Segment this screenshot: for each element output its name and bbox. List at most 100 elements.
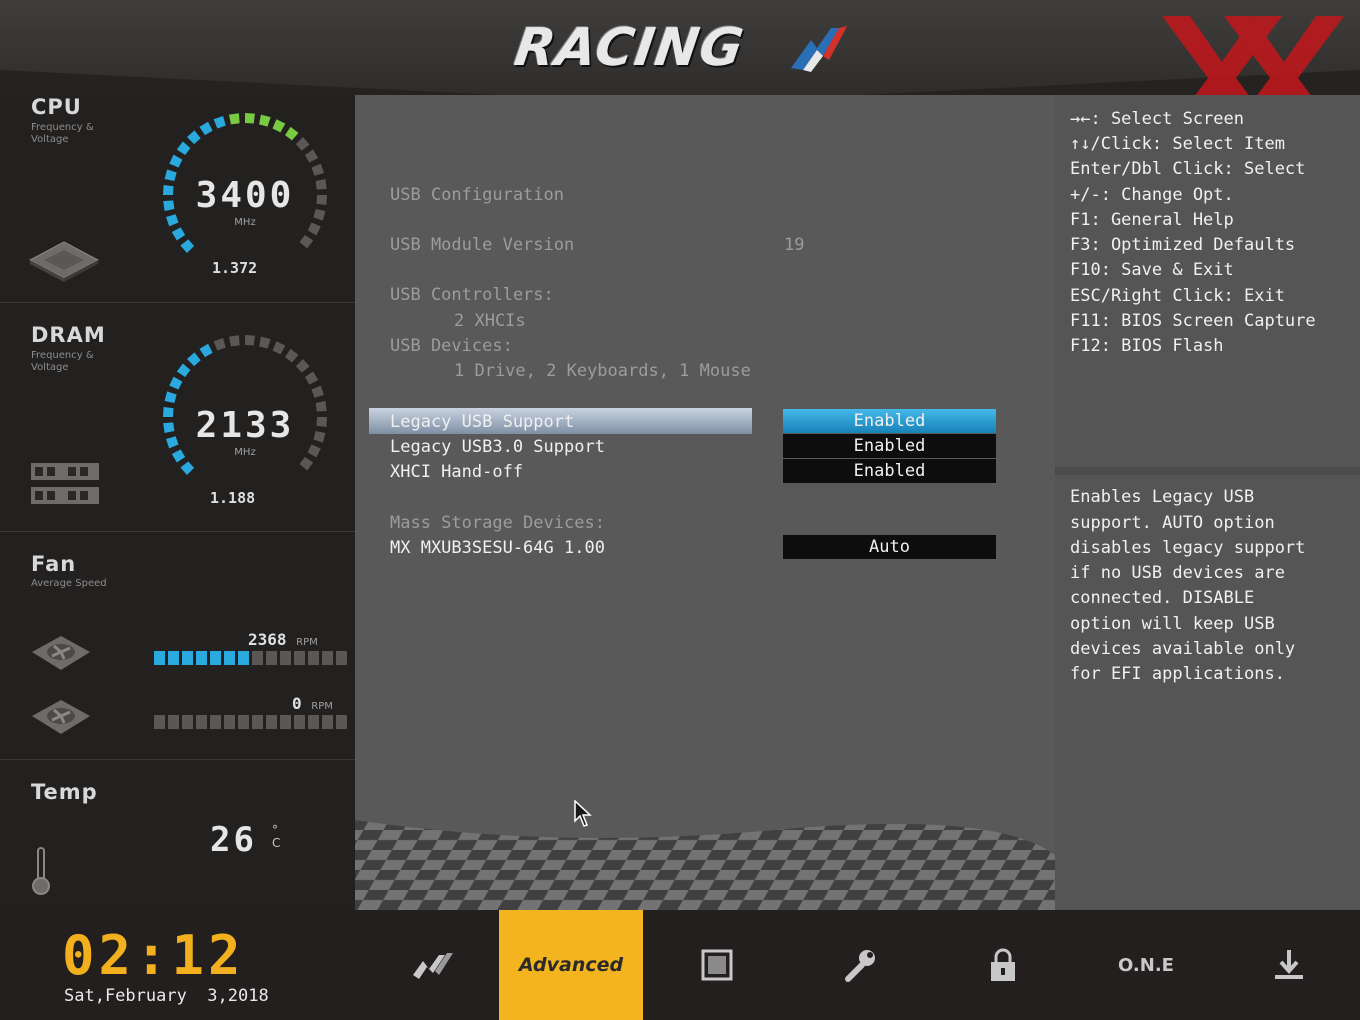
legacy-usb-support-option[interactable]: Enabled — [783, 409, 996, 433]
fan-bar-segment — [168, 651, 179, 665]
gauge-segment — [299, 235, 314, 249]
usb-module-version-label: USB Module Version — [390, 235, 575, 255]
gauge-segment — [304, 149, 319, 163]
usb-controllers-label: USB Controllers: — [390, 285, 554, 305]
fan-bar-segment — [336, 715, 347, 729]
mouse-cursor-icon — [574, 800, 592, 827]
dram-frequency: 2133 — [195, 405, 295, 446]
setting-legacy-usb3-support[interactable]: Legacy USB3.0 Support — [390, 437, 605, 457]
cpu-frequency: 3400 — [195, 175, 295, 216]
help-key-line: F3: Optimized Defaults — [1070, 235, 1296, 255]
dram-voltage: 1.188 — [210, 489, 256, 507]
help-key-line: F11: BIOS Screen Capture — [1070, 311, 1316, 331]
fan-bar-segment — [196, 651, 207, 665]
description-line: connected. DISABLE — [1070, 588, 1255, 608]
gauge-segment — [304, 371, 319, 385]
fan1-speed-bar — [154, 651, 347, 665]
fan-bar-segment — [168, 715, 179, 729]
setting-legacy-usb-support[interactable]: Legacy USB Support — [390, 412, 574, 432]
lock-icon — [991, 948, 1015, 981]
fan-bar-segment — [182, 715, 193, 729]
description-line: disables legacy support — [1070, 538, 1306, 558]
gauge-segment — [245, 113, 255, 124]
gauge-segment — [163, 422, 175, 433]
fan-bar-segment — [308, 715, 319, 729]
gauge-segment — [259, 114, 271, 127]
gauge-segment — [180, 461, 195, 475]
racing-logo: RACING — [511, 18, 855, 86]
nav-hw-monitor[interactable] — [808, 910, 912, 1020]
cpu-title: CPU — [31, 95, 82, 119]
help-key-line: Enter/Dbl Click: Select — [1070, 159, 1306, 179]
nav-one[interactable]: O.N.E — [1094, 910, 1198, 1020]
fan-section: Fan Average Speed 2368 RPM 0 RPM — [0, 532, 355, 760]
dram-subtitle: Frequency & Voltage — [31, 350, 94, 373]
fan1-rpm: 2368 RPM — [248, 630, 318, 649]
tool-icon — [701, 949, 733, 981]
xhci-hand-off-option[interactable]: Enabled — [783, 459, 996, 483]
gauge-segment — [285, 126, 299, 141]
date: Sat,February 3,2018 — [64, 986, 269, 1006]
gauge-segment — [163, 200, 175, 211]
mass-storage-device[interactable]: MX MXUB3SESU-64G 1.00 — [390, 538, 605, 558]
fan-bar-segment — [252, 715, 263, 729]
gauge-segment — [313, 431, 326, 443]
gauge-segment — [171, 227, 186, 241]
mass-storage-emulation-option[interactable]: Auto — [783, 535, 996, 559]
gauge-segment — [176, 141, 191, 155]
fan-bar-segment — [266, 651, 277, 665]
gauge-segment — [316, 417, 327, 427]
gauge-segment — [315, 179, 327, 190]
fan-subtitle: Average Speed — [31, 578, 107, 589]
gauge-segment — [272, 341, 286, 355]
gauge-segment — [295, 359, 310, 373]
oc-tweaker-icon — [413, 953, 453, 979]
gauge-segment — [316, 195, 327, 205]
gauge-segment — [285, 348, 299, 363]
nav-exit[interactable] — [1237, 910, 1341, 1020]
logo-text: RACING — [510, 18, 748, 78]
nav-tool[interactable] — [665, 910, 769, 1020]
fan2-rpm: 0 RPM — [292, 694, 333, 713]
gauge-segment — [295, 137, 310, 151]
fan-bar-segment — [252, 651, 263, 665]
help-panel: →←: Select Screen ↑↓/Click: Select Item … — [1055, 95, 1360, 910]
description-line: for EFI applications. — [1070, 664, 1285, 684]
setting-xhci-hand-off[interactable]: XHCI Hand-off — [390, 462, 523, 482]
description-line: support. AUTO option — [1070, 513, 1275, 533]
usb-configuration-heading: USB Configuration — [390, 185, 564, 205]
fan-bar-segment — [266, 715, 277, 729]
dram-module-icon — [31, 463, 99, 504]
gauge-segment — [169, 376, 183, 390]
fan-icon — [32, 636, 90, 670]
gauge-segment — [213, 337, 226, 351]
fan-bar-segment — [238, 651, 249, 665]
fan-bar-segment — [210, 715, 221, 729]
description-line: Enables Legacy USB — [1070, 487, 1255, 507]
cpu-section: CPU Frequency & Voltage 3400 MHz 1.372 — [0, 95, 355, 303]
nav-oc-tweaker[interactable] — [380, 910, 484, 1020]
legacy-usb3-support-option[interactable]: Enabled — [783, 434, 996, 458]
help-key-line: F1: General Help — [1070, 210, 1234, 230]
help-key-line: ESC/Right Click: Exit — [1070, 286, 1285, 306]
mass-storage-heading: Mass Storage Devices: — [390, 513, 605, 533]
fan-bar-segment — [210, 651, 221, 665]
nav-advanced[interactable]: Advanced — [499, 910, 643, 1020]
wrench-icon — [845, 950, 875, 982]
fan-bar-segment — [322, 715, 333, 729]
temp-value: 26 — [210, 820, 257, 860]
nav-security[interactable] — [951, 910, 1055, 1020]
gauge-segment — [187, 352, 201, 367]
checkered-flag-decoration — [355, 820, 1055, 910]
clock: 02:12 — [62, 924, 245, 987]
help-key-line: F10: Save & Exit — [1070, 260, 1234, 280]
dram-frequency-unit: MHz — [234, 447, 256, 458]
thermometer-icon — [32, 847, 50, 895]
logo-mark-icon — [791, 26, 847, 72]
nav-one-label: O.N.E — [1118, 954, 1174, 976]
description-line: devices available only — [1070, 639, 1296, 659]
fan-bar-segment — [280, 651, 291, 665]
main-panel: USB Configuration USB Module Version 19 … — [355, 95, 1055, 910]
gauge-segment — [315, 401, 327, 412]
header: RACING — [0, 0, 1360, 100]
